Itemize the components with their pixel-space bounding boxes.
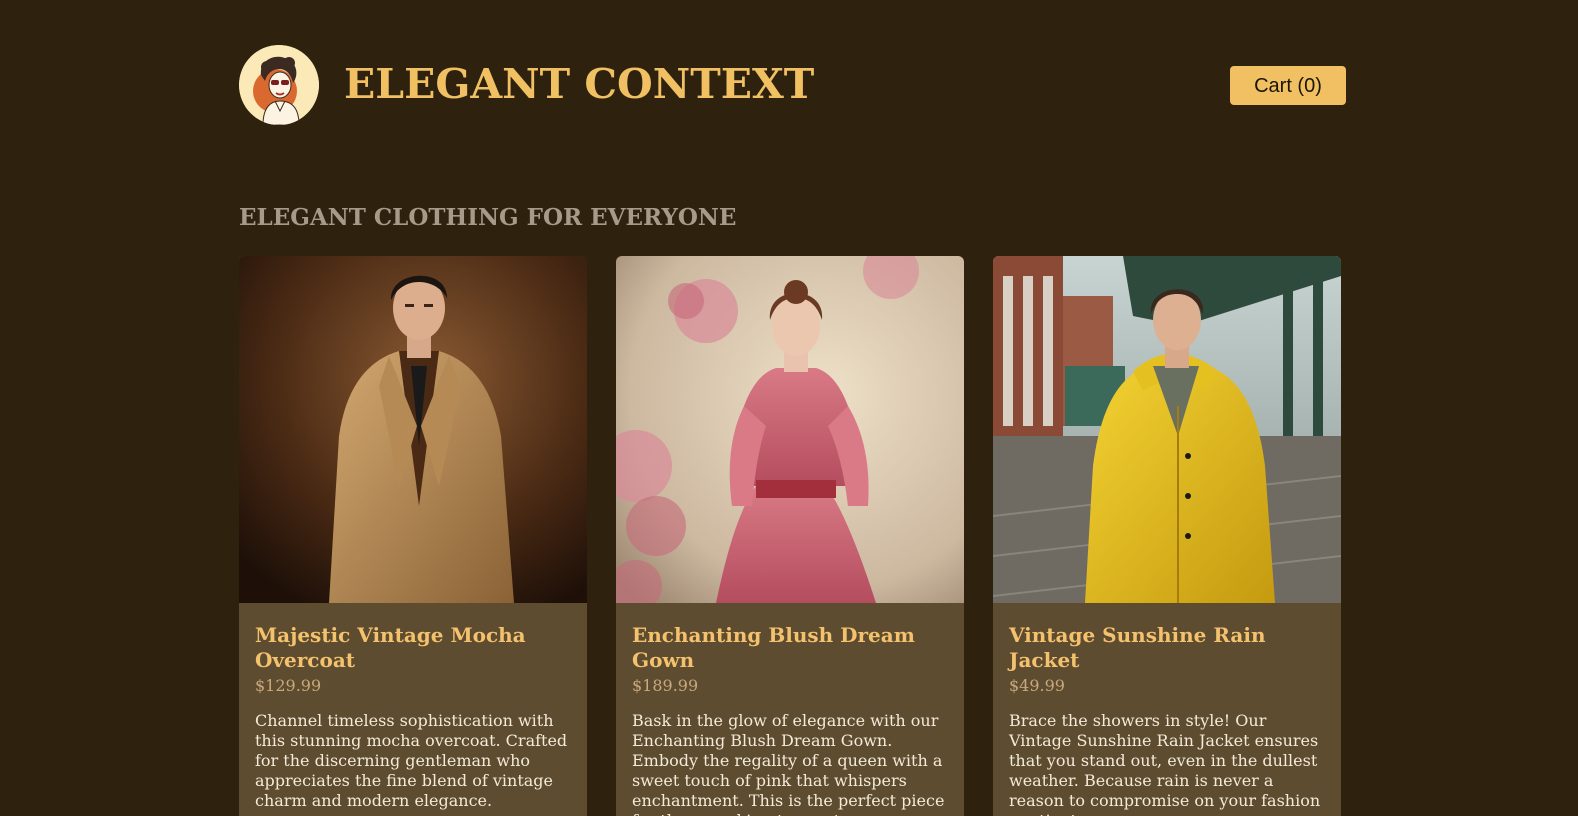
man-in-mocha-overcoat-photo bbox=[239, 256, 587, 603]
vintage-woman-portrait-icon bbox=[239, 45, 319, 125]
man-in-yellow-rain-jacket-photo bbox=[993, 256, 1341, 603]
product-info: Majestic Vintage Mocha Overcoat $129.99 … bbox=[239, 603, 587, 811]
product-description: Bask in the glow of elegance with our En… bbox=[632, 711, 945, 816]
product-description: Brace the showers in style! Our Vintage … bbox=[1009, 711, 1321, 816]
product-image[interactable] bbox=[616, 256, 964, 603]
product-image[interactable] bbox=[993, 256, 1341, 603]
woman-in-pink-gown-photo bbox=[616, 256, 964, 603]
product-price: $49.99 bbox=[1009, 676, 1065, 695]
section-title: ELEGANT CLOTHING FOR EVERYONE bbox=[239, 204, 737, 231]
product-card[interactable]: Vintage Sunshine Rain Jacket $49.99 Brac… bbox=[993, 256, 1341, 816]
product-card[interactable]: Majestic Vintage Mocha Overcoat $129.99 … bbox=[239, 256, 587, 816]
brand-logo[interactable] bbox=[239, 45, 319, 125]
product-grid: Majestic Vintage Mocha Overcoat $129.99 … bbox=[239, 256, 1346, 816]
site-header: ELEGANT CONTEXT Cart (0) bbox=[239, 45, 1346, 125]
product-title[interactable]: Vintage Sunshine Rain Jacket bbox=[1009, 623, 1325, 673]
product-title[interactable]: Majestic Vintage Mocha Overcoat bbox=[255, 623, 571, 673]
brand-name[interactable]: ELEGANT CONTEXT bbox=[344, 59, 814, 109]
product-price: $189.99 bbox=[632, 676, 699, 695]
product-info: Enchanting Blush Dream Gown $189.99 Bask… bbox=[616, 603, 964, 816]
product-image[interactable] bbox=[239, 256, 587, 603]
cart-button[interactable]: Cart (0) bbox=[1230, 66, 1346, 105]
product-title[interactable]: Enchanting Blush Dream Gown bbox=[632, 623, 948, 673]
product-price: $129.99 bbox=[255, 676, 322, 695]
product-card[interactable]: Enchanting Blush Dream Gown $189.99 Bask… bbox=[616, 256, 964, 816]
product-description: Channel timeless sophistication with thi… bbox=[255, 711, 568, 810]
product-info: Vintage Sunshine Rain Jacket $49.99 Brac… bbox=[993, 603, 1341, 816]
